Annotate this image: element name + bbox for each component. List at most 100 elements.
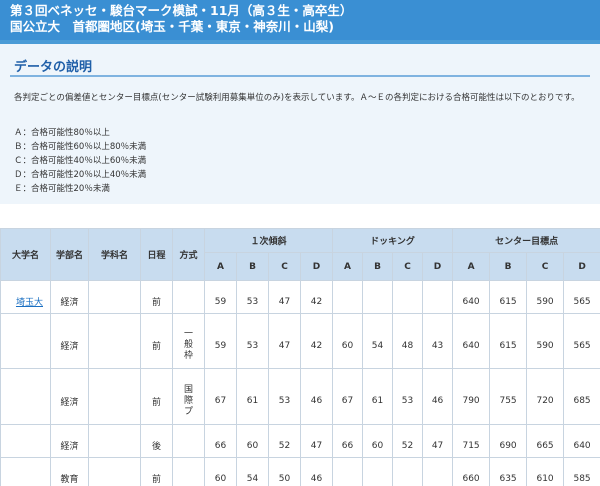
schedule-cell: 前 bbox=[140, 457, 173, 486]
department-cell bbox=[88, 424, 141, 458]
schedule-cell: 前 bbox=[140, 368, 173, 425]
score-cell: 47 bbox=[422, 424, 454, 458]
faculty-cell: 経済 bbox=[50, 424, 89, 458]
faculty-cell: 経済 bbox=[50, 368, 89, 425]
explanation-divider bbox=[10, 75, 590, 77]
score-cell: 610 bbox=[526, 457, 565, 486]
department-cell bbox=[88, 457, 141, 486]
score-cell: 590 bbox=[526, 280, 565, 314]
department-cell bbox=[88, 313, 141, 369]
schedule-cell: 後 bbox=[140, 424, 173, 458]
grade-legend-item: Ｅ：合格可能性20％未満 bbox=[14, 184, 110, 194]
col-grade: A bbox=[452, 252, 491, 281]
department-cell bbox=[88, 280, 141, 314]
score-cell: 715 bbox=[452, 424, 491, 458]
col-faculty: 学部名 bbox=[50, 228, 89, 281]
page-title: 第３回ベネッセ・駿台マーク模試・11月（高３生・高卒生） bbox=[10, 3, 353, 18]
score-cell: 53 bbox=[236, 313, 269, 369]
score-cell: 565 bbox=[563, 313, 600, 369]
data-explanation-panel: データの説明 各判定ごとの偏差値とセンター目標点(センター試験利用募集単位のみ)… bbox=[0, 44, 600, 204]
score-cell bbox=[332, 280, 364, 314]
score-cell: 585 bbox=[563, 457, 600, 486]
score-cell: 685 bbox=[563, 368, 600, 425]
score-cell bbox=[362, 280, 394, 314]
explanation-description: 各判定ごとの偏差値とセンター目標点(センター試験利用募集単位のみ)を表示していま… bbox=[14, 93, 580, 103]
col-grade: C bbox=[392, 252, 424, 281]
score-cell: 720 bbox=[526, 368, 565, 425]
col-schedule: 日程 bbox=[140, 228, 173, 281]
table-row: 教育 前 60 54 50 46 660 635 610 585 bbox=[0, 457, 600, 486]
score-cell: 47 bbox=[268, 280, 301, 314]
score-cell: 615 bbox=[489, 313, 528, 369]
score-cell: 615 bbox=[489, 280, 528, 314]
method-cell bbox=[172, 280, 205, 314]
col-group-center-target: センター目標点 bbox=[452, 228, 600, 253]
score-cell: 60 bbox=[204, 457, 237, 486]
score-cell: 66 bbox=[204, 424, 237, 458]
score-cell bbox=[422, 280, 454, 314]
score-cell: 43 bbox=[422, 313, 454, 369]
university-cell bbox=[0, 457, 51, 486]
table-row: 経済 後 66 60 52 47 66 60 52 47 715 690 665… bbox=[0, 424, 600, 458]
col-grade: D bbox=[299, 252, 334, 281]
grade-legend: Ａ：合格可能性80％以上 Ｂ：合格可能性60％以上80％未満 Ｃ：合格可能性40… bbox=[14, 126, 146, 196]
col-group-docking: ドッキング bbox=[332, 228, 454, 253]
faculty-cell: 経済 bbox=[50, 313, 89, 369]
score-cell: 67 bbox=[204, 368, 237, 425]
score-cell bbox=[332, 457, 364, 486]
method-cell bbox=[172, 457, 205, 486]
score-cell: 640 bbox=[452, 313, 491, 369]
schedule-cell: 前 bbox=[140, 280, 173, 314]
score-cell bbox=[362, 457, 394, 486]
col-grade: D bbox=[422, 252, 454, 281]
score-cell: 590 bbox=[526, 313, 565, 369]
method-cell: 国 際 プ bbox=[172, 368, 205, 425]
faculty-cell: 教育 bbox=[50, 457, 89, 486]
method-cell: 一 般 枠 bbox=[172, 313, 205, 369]
score-cell: 665 bbox=[526, 424, 565, 458]
page-subtitle: 国公立大 首都圏地区(埼玉・千葉・東京・神奈川・山梨) bbox=[10, 19, 334, 34]
grade-legend-item: Ｄ：合格可能性20％以上40％未満 bbox=[14, 170, 147, 180]
schedule-cell: 前 bbox=[140, 313, 173, 369]
score-cell: 54 bbox=[236, 457, 269, 486]
score-cell: 60 bbox=[362, 424, 394, 458]
score-cell: 660 bbox=[452, 457, 491, 486]
university-link[interactable]: 埼玉大 bbox=[16, 298, 43, 308]
col-department: 学科名 bbox=[88, 228, 141, 281]
score-cell: 790 bbox=[452, 368, 491, 425]
score-cell: 61 bbox=[236, 368, 269, 425]
col-grade: B bbox=[362, 252, 394, 281]
score-cell: 755 bbox=[489, 368, 528, 425]
university-cell bbox=[0, 424, 51, 458]
score-cell: 53 bbox=[236, 280, 269, 314]
grade-legend-item: Ｃ：合格可能性40％以上60％未満 bbox=[14, 156, 147, 166]
col-grade: A bbox=[204, 252, 237, 281]
col-group-first-stage: １次傾斜 bbox=[203, 228, 334, 253]
score-cell: 67 bbox=[332, 368, 364, 425]
score-cell: 635 bbox=[489, 457, 528, 486]
score-cell: 47 bbox=[268, 313, 301, 369]
score-cell: 42 bbox=[299, 313, 334, 369]
score-cell: 60 bbox=[332, 313, 364, 369]
university-cell bbox=[0, 313, 51, 369]
table-row: 埼玉大 経済 前 59 53 47 42 640 615 590 565 bbox=[0, 280, 600, 314]
method-cell bbox=[172, 424, 205, 458]
col-grade: B bbox=[236, 252, 269, 281]
score-cell bbox=[422, 457, 454, 486]
score-cell: 60 bbox=[236, 424, 269, 458]
score-cell: 53 bbox=[392, 368, 424, 425]
grade-legend-item: Ｂ：合格可能性60％以上80％未満 bbox=[14, 142, 147, 152]
table-row: 経済 前 一 般 枠 59 53 47 42 60 54 48 43 640 6… bbox=[0, 313, 600, 369]
score-cell: 53 bbox=[268, 368, 301, 425]
score-cell: 50 bbox=[268, 457, 301, 486]
score-cell: 48 bbox=[392, 313, 424, 369]
col-grade: A bbox=[332, 252, 364, 281]
table-row: 経済 前 国 際 プ 67 61 53 46 67 61 53 46 790 7… bbox=[0, 368, 600, 425]
faculty-cell: 経済 bbox=[50, 280, 89, 314]
score-cell: 54 bbox=[362, 313, 394, 369]
score-cell bbox=[392, 280, 424, 314]
score-cell: 42 bbox=[299, 280, 334, 314]
col-grade: B bbox=[489, 252, 528, 281]
score-cell: 46 bbox=[422, 368, 454, 425]
score-cell: 66 bbox=[332, 424, 364, 458]
